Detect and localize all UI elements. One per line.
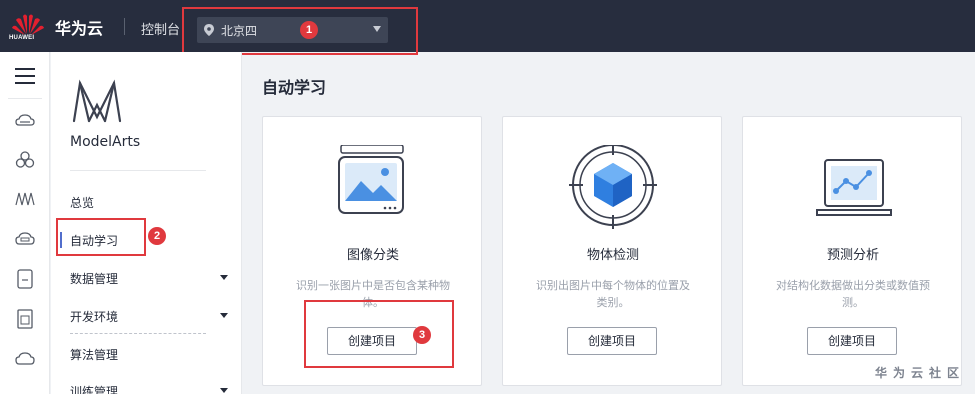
service-name: ModelArts	[70, 134, 141, 150]
cloud-server-icon[interactable]	[14, 110, 36, 132]
predictive-analytics-icon	[816, 159, 892, 216]
callout-badge-3: 3	[413, 326, 431, 344]
document-icon[interactable]	[14, 308, 36, 330]
card-description: 识别出图片中每个物体的位置及类别。	[536, 279, 690, 309]
sidebar-item-dev-environment[interactable]: 开发环境	[70, 308, 118, 325]
image-classification-icon	[338, 145, 404, 214]
modelarts-logo-icon	[72, 79, 122, 123]
watermark: 华为云社区	[874, 366, 965, 380]
sidebar-item-algorithm-management[interactable]: 算法管理	[70, 346, 118, 363]
hamburger-menu-icon[interactable]	[15, 68, 35, 84]
create-project-button[interactable]: 创建项目	[807, 327, 897, 355]
create-project-button[interactable]: 创建项目	[567, 327, 657, 355]
logo-text: HUAWEI	[9, 35, 35, 41]
header-divider	[124, 18, 125, 35]
callout-badge-2: 2	[148, 227, 166, 245]
cloud-database-icon[interactable]	[14, 228, 36, 250]
brand-title[interactable]: 华为云	[55, 15, 103, 39]
service-icon-rail	[0, 52, 50, 394]
card-title: 预测分析	[826, 248, 879, 263]
card-title: 图像分类	[346, 248, 399, 263]
card-title: 物体检测	[586, 248, 639, 263]
sidebar-item-training-management[interactable]: 训练管理	[70, 383, 118, 394]
console-link[interactable]: 控制台	[141, 19, 180, 38]
rail-divider	[8, 98, 42, 99]
card-object-detection: 物体检测 识别出图片中每个物体的位置及类别。 创建项目	[502, 116, 722, 386]
storage-icon[interactable]	[14, 268, 36, 290]
cluster-icon[interactable]	[14, 149, 36, 171]
callout-badge-1: 1	[300, 21, 318, 39]
chevron-down-icon[interactable]	[220, 313, 228, 318]
sidebar-item-overview[interactable]: 总览	[70, 194, 94, 211]
modelarts-rail-icon[interactable]	[14, 188, 36, 210]
sidebar-divider	[70, 170, 206, 171]
sidebar-item-data-management[interactable]: 数据管理	[70, 270, 118, 287]
callout-box-2	[56, 218, 146, 256]
chevron-down-icon[interactable]	[220, 388, 228, 393]
card-description: 对结构化数据做出分类或数值预测。	[776, 279, 930, 309]
chevron-down-icon[interactable]	[220, 275, 228, 280]
object-detection-icon	[569, 145, 657, 229]
top-bar: HUAWEI 华为云 控制台 北京四	[0, 0, 975, 52]
sidebar-dashed-divider	[70, 333, 206, 334]
callout-box-3	[304, 300, 454, 368]
cloud-icon[interactable]	[14, 348, 36, 370]
page-title: 自动学习	[262, 78, 327, 97]
card-predictive-analytics: 预测分析 对结构化数据做出分类或数值预测。 创建项目	[742, 116, 962, 386]
